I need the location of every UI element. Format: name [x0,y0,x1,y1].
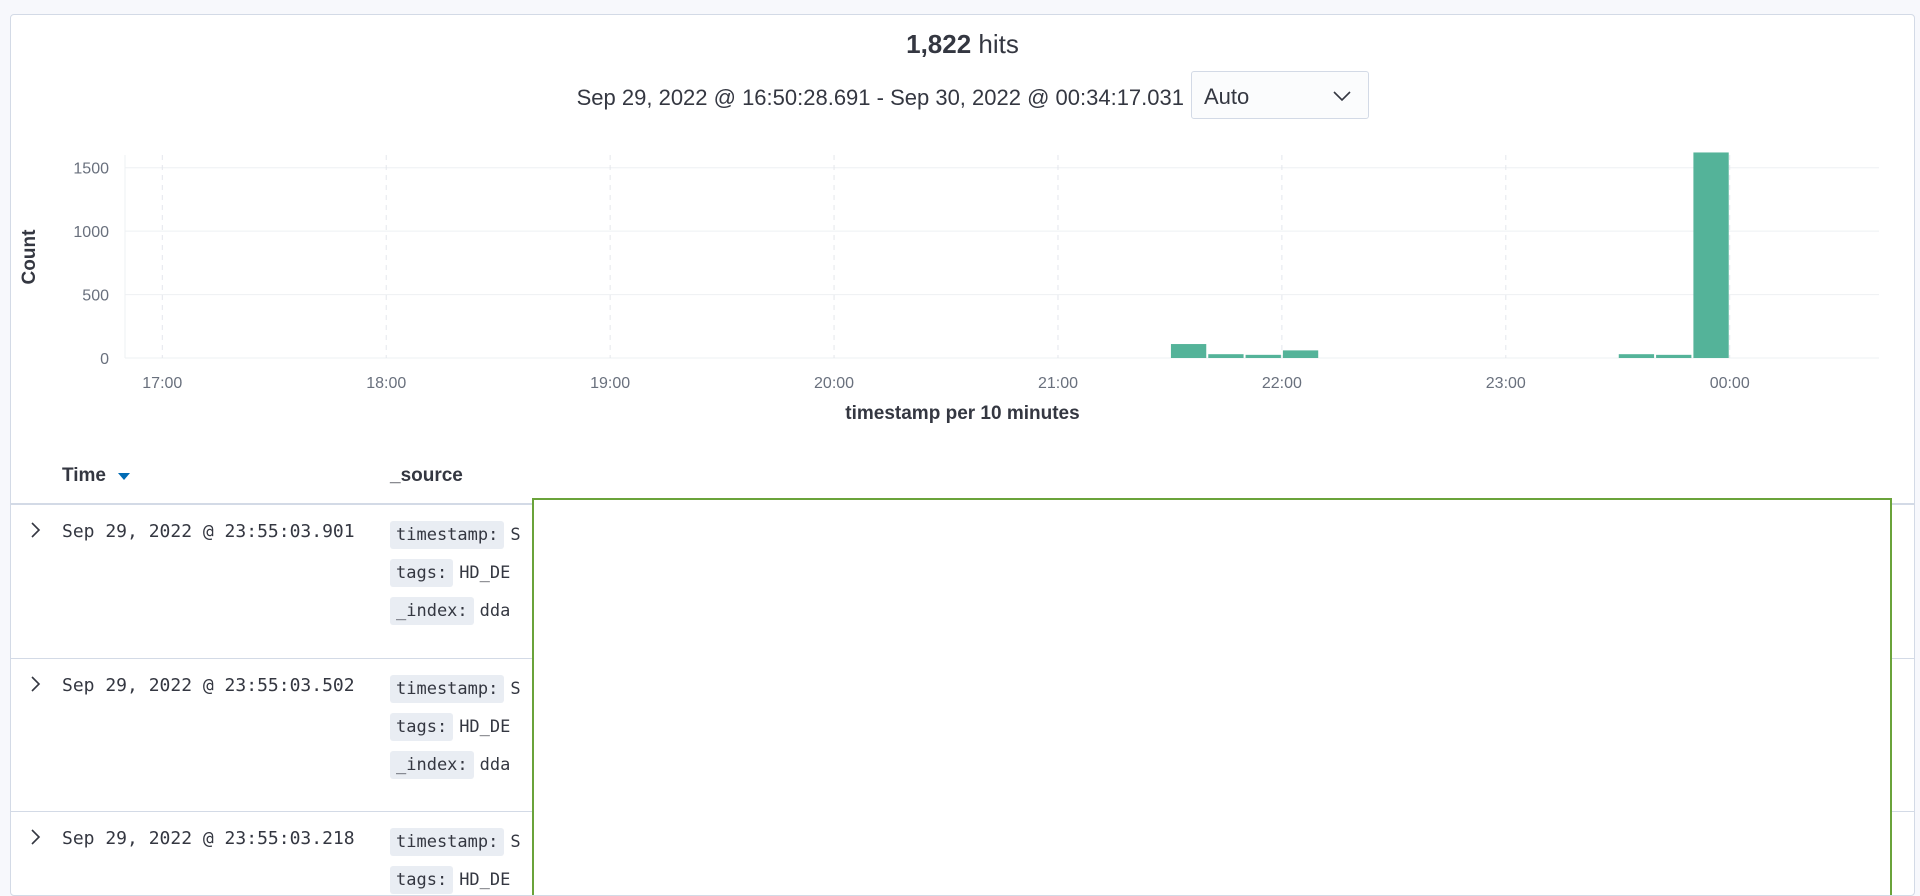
histogram-bar [1245,354,1281,358]
histogram-bar [1693,152,1729,358]
interval-value: Auto [1204,84,1250,109]
row-time: Sep 29, 2022 @ 23:55:03.502 [62,675,355,696]
expand-row-icon[interactable] [25,519,47,541]
field-value: HD_DE [459,870,511,890]
x-axis-title: timestamp per 10 minutes [845,403,1080,424]
x-tick-label: 22:00 [1262,375,1302,390]
time-range-row: Sep 29, 2022 @ 16:50:28.691 - Sep 30, 20… [11,71,1914,121]
source-field: timestamp: S [390,675,521,703]
sort-descending-icon[interactable] [117,465,131,487]
hits-label: hits [978,29,1019,59]
field-key: tags: [390,559,454,587]
source-field: tags: HD_DE [390,866,510,894]
x-tick-label: 20:00 [814,375,854,390]
histogram-bar [1170,344,1207,358]
field-value: S [510,525,521,545]
hits-count: 1,822 hits [11,29,1914,60]
source-field: _index: dda [390,751,510,779]
source-field: timestamp: S [390,828,521,856]
histogram-bar [1208,354,1244,358]
field-key: timestamp: [390,675,505,703]
field-key: timestamp: [390,828,505,856]
y-tick-label: 0 [100,351,109,368]
time-column-label: Time [62,465,107,487]
field-value: S [510,679,521,699]
source-field: timestamp: S [390,521,521,549]
y-axis-title: Count [19,229,40,285]
hits-number: 1,822 [906,29,972,59]
table-header: Time _source [11,445,1914,505]
interval-select[interactable]: Auto [1191,71,1369,119]
field-value: HD_DE [459,563,511,583]
histogram-bar [1656,354,1692,358]
y-tick-label: 1000 [73,224,109,241]
y-tick-label: 500 [82,288,109,305]
x-tick-label: 23:00 [1486,375,1526,390]
histogram-bar [1618,354,1655,358]
highlight-box [532,498,1892,895]
histogram-chart: 0 500 1000 1500 17:00 18:00 19:00 20:00 21:00 22:… [19,152,1879,390]
time-column-header[interactable]: Time [62,465,131,487]
discover-panel: 1,822 hits Sep 29, 2022 @ 16:50:28.691 -… [10,14,1915,896]
row-time: Sep 29, 2022 @ 23:55:03.218 [62,828,355,849]
x-tick-label: 17:00 [142,375,182,390]
x-tick-label: 18:00 [366,375,406,390]
field-key: timestamp: [390,521,505,549]
field-key: _index: [390,751,474,779]
x-tick-label: 21:00 [1038,375,1078,390]
field-value: S [510,832,521,852]
source-field: tags: HD_DE [390,559,510,587]
source-column-header: _source [390,465,463,486]
source-field: tags: HD_DE [390,713,510,741]
chevron-down-icon [1330,84,1354,114]
row-time: Sep 29, 2022 @ 23:55:03.901 [62,521,355,542]
expand-row-icon[interactable] [25,826,47,848]
field-key: _index: [390,597,474,625]
y-tick-label: 1500 [73,161,109,178]
histogram-bar [1282,350,1319,358]
field-key: tags: [390,866,454,894]
source-field: _index: dda [390,597,510,625]
x-tick-label: 00:00 [1710,375,1750,390]
field-key: tags: [390,713,454,741]
field-value: dda [479,601,511,621]
field-value: dda [479,755,511,775]
x-tick-label: 19:00 [590,375,630,390]
expand-row-icon[interactable] [25,673,47,695]
time-range-text: Sep 29, 2022 @ 16:50:28.691 - Sep 30, 20… [576,85,1184,110]
field-value: HD_DE [459,717,511,737]
